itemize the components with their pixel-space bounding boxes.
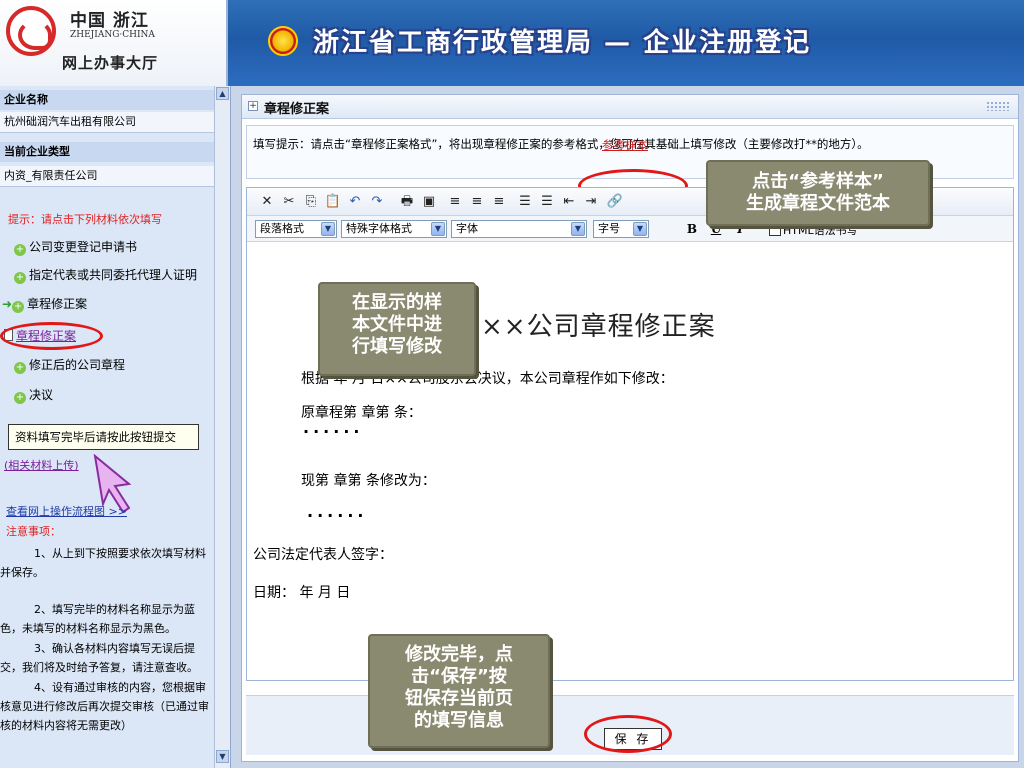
logo: 中国 浙江 ZHEJIANG·CHINA 网上办事大厅 — [0, 0, 228, 86]
paste-icon[interactable]: 📋 — [323, 192, 343, 212]
cut-icon[interactable]: ✂ — [279, 192, 299, 212]
zhejiang-logo-icon — [6, 6, 56, 56]
chevron-down-icon: ▼ — [321, 222, 335, 236]
unordered-list-icon[interactable]: ☰ — [537, 192, 557, 212]
sidebar-scrollbar[interactable]: ▲ ▼ — [214, 86, 230, 768]
rich-text-editor[interactable]: ✕ ✂ ⎘ 📋 ↶ ↷ 🖶 ▣ ≡ ≡ ≡ ☰ ☰ ⇤ ⇥ 🔗 段落格式 ▼ 特… — [246, 187, 1014, 681]
upload-link[interactable]: (相关材料上传) — [0, 456, 215, 476]
redo-icon[interactable]: ↷ — [367, 192, 387, 212]
align-left-icon[interactable]: ≡ — [445, 192, 465, 212]
material-item-revised-charter[interactable]: + 修正后的公司章程 — [14, 356, 125, 374]
delete-icon[interactable]: ✕ — [257, 192, 277, 212]
company-name-label: 企业名称 — [0, 90, 215, 110]
save-highlight-oval — [584, 715, 672, 753]
page-header: 中国 浙江 ZHEJIANG·CHINA 网上办事大厅 浙江省工商行政管理局 —… — [0, 0, 1024, 86]
bold-button[interactable]: B — [683, 220, 701, 238]
plus-circle-icon: + — [14, 272, 26, 284]
note-2: 2、填写完毕的材料名称显示为蓝色，未填写的材料名称显示为黑色。 — [0, 603, 195, 635]
expand-icon[interactable]: + — [248, 101, 258, 111]
copy-icon[interactable]: ⎘ — [301, 192, 321, 212]
company-type-value: 内资_有限责任公司 — [0, 166, 215, 187]
material-item-proxy[interactable]: + 指定代表或共同委托代理人证明 — [14, 266, 197, 284]
align-right-icon[interactable]: ≡ — [489, 192, 509, 212]
emblem-icon — [268, 26, 298, 56]
flow-chart-link[interactable]: 查看网上操作流程图 >> — [2, 502, 217, 522]
link-icon[interactable]: 🔗 — [605, 192, 625, 212]
indent-icon[interactable]: ⇥ — [581, 192, 601, 212]
sidebar: 企业名称 杭州础润汽车出租有限公司 当前企业类型 内资_有限责任公司 提示：请点… — [0, 86, 231, 768]
plus-circle-icon: + — [14, 392, 26, 404]
document-line-3: 现第 章第 条修改为： — [301, 473, 436, 489]
material-item-amendment-group[interactable]: ➜ + 章程修正案 — [2, 295, 87, 313]
logo-en-text: ZHEJIANG·CHINA — [70, 30, 155, 40]
document-line-5: 日期： 年 月 日 — [253, 585, 351, 601]
document-line-4: 公司法定代表人签字： — [253, 547, 393, 563]
scroll-up-icon[interactable]: ▲ — [216, 87, 229, 100]
note-4: 4、设有通过审核的内容，您根据审核意见进行修改后再次提交审核（已通过审核的材料内… — [0, 681, 209, 732]
submit-tooltip: 资料填写完毕后请按此按钮提交 — [8, 424, 199, 450]
scroll-down-icon[interactable]: ▼ — [216, 750, 229, 763]
align-center-icon[interactable]: ≡ — [467, 192, 487, 212]
font-select[interactable]: 字体 ▼ — [451, 220, 587, 238]
sample-link[interactable]: 参考样本 — [602, 137, 648, 153]
chevron-down-icon: ▼ — [571, 222, 585, 236]
print-icon[interactable]: 🖶 — [397, 192, 417, 212]
page-title: 浙江省工商行政管理局 — 企业注册登记 — [313, 28, 812, 58]
ordered-list-icon[interactable]: ☰ — [515, 192, 535, 212]
callout-sample: 点击“参考样本” 生成章程文件范本 — [706, 160, 930, 226]
hint-text: 填写提示：请点击“章程修正案格式”，将出现章程修正案的参考格式，您可在其基础上填… — [253, 137, 869, 151]
callout-save: 修改完毕，点 击“保存”按 钮保存当前页 的填写信息 — [368, 634, 550, 748]
panel-header: + 章程修正案 — [242, 95, 1018, 119]
arrow-right-icon: ➜ — [2, 297, 13, 311]
note-3: 3、确认各材料内容填写无误后提交，我们将及时给予答复，请注意查收。 — [0, 642, 198, 674]
highlight-oval — [0, 322, 103, 350]
materials-tip: 提示：请点击下列材料依次填写 — [8, 213, 162, 226]
company-type-label: 当前企业类型 — [0, 142, 215, 162]
company-name-value: 杭州础润汽车出租有限公司 — [0, 112, 215, 133]
grip-icon — [986, 101, 1010, 111]
panel-title: 章程修正案 — [264, 102, 330, 117]
document-dots-1: ······ — [303, 422, 364, 441]
note-1: 1、从上到下按照要求依次填写材料并保存。 — [0, 547, 206, 579]
undo-icon[interactable]: ↶ — [345, 192, 365, 212]
font-size-select[interactable]: 字号 ▼ — [593, 220, 649, 238]
document-title: ××公司章程修正案 — [481, 312, 716, 342]
material-item-application[interactable]: + 公司变更登记申请书 — [14, 238, 137, 256]
paragraph-format-select[interactable]: 段落格式 ▼ — [255, 220, 337, 238]
logo-hall-text: 网上办事大厅 — [62, 54, 159, 72]
plus-circle-icon: + — [14, 362, 26, 374]
save-icon[interactable]: ▣ — [419, 192, 439, 212]
chevron-down-icon: ▼ — [633, 222, 647, 236]
notes-title: 注意事项： — [6, 525, 61, 538]
material-item-resolution[interactable]: + 决议 — [14, 386, 53, 404]
plus-circle-icon: + — [12, 301, 25, 313]
chevron-down-icon: ▼ — [431, 222, 445, 236]
document-line-2: 原章程第 章第 条： — [301, 405, 422, 421]
outdent-icon[interactable]: ⇤ — [559, 192, 579, 212]
callout-edit: 在显示的样 本文件中进 行填写修改 — [318, 282, 476, 376]
logo-cn-text: 中国 浙江 — [70, 11, 149, 31]
document-dots-2: ······ — [307, 506, 368, 525]
plus-circle-icon: + — [14, 244, 26, 256]
special-format-select[interactable]: 特殊字体格式 ▼ — [341, 220, 447, 238]
